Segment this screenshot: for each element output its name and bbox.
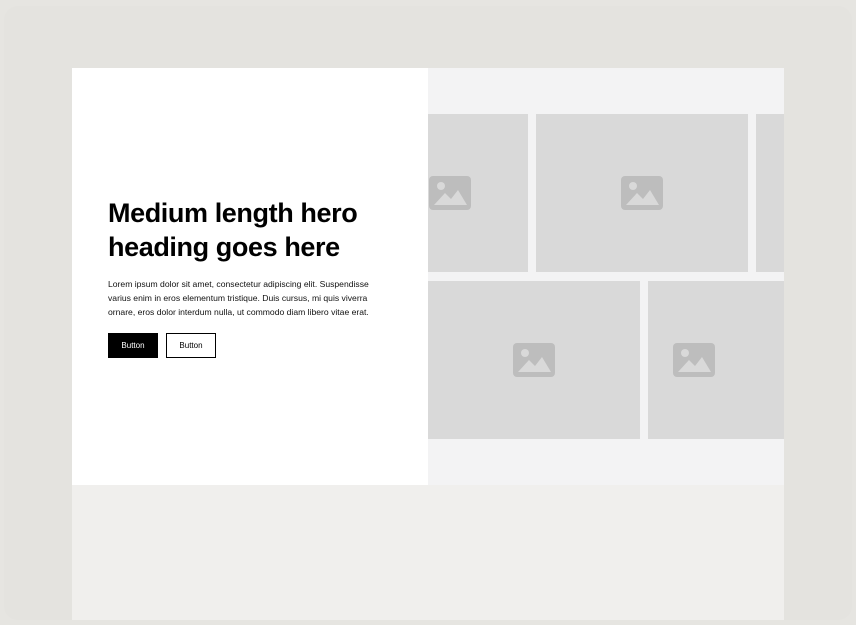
- hero-description: Lorem ipsum dolor sit amet, consectetur …: [108, 279, 369, 317]
- hero-text-panel: Medium length hero heading goes here Lor…: [72, 68, 428, 485]
- gallery-tile: [536, 114, 748, 272]
- gallery-tile: [648, 281, 784, 439]
- image-placeholder-icon: [513, 343, 555, 377]
- hero-buttons: Button Button: [108, 333, 393, 358]
- hero-section: Medium length hero heading goes here Lor…: [72, 68, 784, 485]
- image-placeholder-icon: [621, 176, 663, 210]
- gallery-tile: [756, 114, 784, 272]
- browser-frame: Medium length hero heading goes here Lor…: [4, 6, 852, 620]
- image-placeholder-icon: [673, 343, 715, 377]
- hero-heading: Medium length hero heading goes here: [108, 198, 358, 262]
- hero-content: Medium length hero heading goes here Lor…: [108, 196, 393, 358]
- image-placeholder-icon: [429, 176, 471, 210]
- secondary-button[interactable]: Button: [166, 333, 216, 358]
- lower-section: [72, 485, 784, 620]
- gallery-tile: [428, 281, 640, 439]
- page-canvas: Medium length hero heading goes here Lor…: [72, 68, 784, 620]
- primary-button[interactable]: Button: [108, 333, 158, 358]
